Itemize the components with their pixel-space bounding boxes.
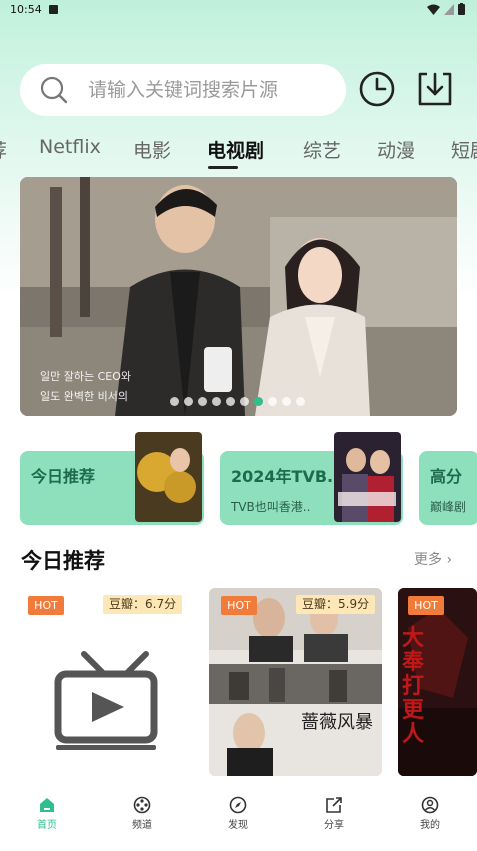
more-link[interactable]: 更多 › <box>414 549 452 569</box>
nav-discover[interactable]: 发现 <box>208 796 268 831</box>
poster-image <box>209 588 382 776</box>
tab-anime[interactable]: 动漫 <box>377 136 415 163</box>
rec-card-poster <box>334 432 401 522</box>
search-bar[interactable] <box>20 64 346 116</box>
compass-icon <box>229 796 247 814</box>
content-card[interactable]: 蔷薇风暴 HOT 豆瓣：5.9分 <box>209 588 382 776</box>
more-link-label: 更多 <box>414 552 442 568</box>
carousel-dot[interactable] <box>212 397 221 406</box>
nav-label: 我的 <box>420 820 440 831</box>
tab-movie[interactable]: 电影 <box>133 136 171 163</box>
bottom-nav: 首页 频道 发现 分享 我的 <box>0 778 477 851</box>
carousel-dot-active[interactable] <box>254 397 263 406</box>
rec-card-subtitle: TVB也叫香港.. <box>231 500 311 514</box>
tv-placeholder-icon <box>54 651 158 750</box>
nav-label: 发现 <box>228 820 248 831</box>
nav-label: 首页 <box>37 820 57 831</box>
carousel-dots <box>170 397 305 406</box>
section-title: 今日推荐 <box>21 549 105 573</box>
nav-channel[interactable]: 频道 <box>112 796 172 831</box>
carousel-dot[interactable] <box>198 397 207 406</box>
hot-badge: HOT <box>408 596 444 615</box>
notification-icon <box>49 5 58 14</box>
search-icon <box>40 76 68 104</box>
carousel-dot[interactable] <box>184 397 193 406</box>
signal-icon <box>444 3 454 15</box>
share-icon <box>326 797 342 813</box>
hot-badge: HOT <box>28 596 64 615</box>
nav-label: 分享 <box>324 820 344 831</box>
poster-title: 大奉打更人 <box>402 625 425 747</box>
nav-share[interactable]: 分享 <box>304 796 364 831</box>
wifi-icon <box>427 4 440 15</box>
download-icon[interactable] <box>416 70 454 108</box>
carousel-dot[interactable] <box>282 397 291 406</box>
carousel-dot[interactable] <box>296 397 305 406</box>
score-badge: 豆瓣：6.7分 <box>103 595 183 614</box>
poster-title: 蔷薇风暴 <box>301 712 373 733</box>
category-tabs: 荐 Netflix 电影 电视剧 综艺 动漫 短剧 <box>0 128 477 172</box>
carousel-dot[interactable] <box>268 397 277 406</box>
rec-card-title: 高分 <box>430 467 463 486</box>
tab-short-drama[interactable]: 短剧 <box>451 136 477 163</box>
tab-tv-series[interactable]: 电视剧 <box>207 136 264 163</box>
tab-recommend[interactable]: 荐 <box>0 136 7 163</box>
score-badge: 豆瓣：5.9分 <box>296 595 376 614</box>
channel-icon <box>133 796 151 814</box>
carousel-dot[interactable] <box>170 397 179 406</box>
content-card[interactable]: 大奉打更人 HOT <box>398 588 477 776</box>
rec-card-title: 今日推荐 <box>31 467 96 486</box>
nav-home[interactable]: 首页 <box>17 796 77 831</box>
status-time: 10:54 <box>10 3 42 16</box>
banner-carousel[interactable]: 일만 잘하는 CEO와 일도 완벽한 비서의 <box>20 177 457 416</box>
rec-card-title: 2024年TVB.. <box>231 467 340 486</box>
banner-caption: 일만 잘하는 CEO와 일도 완벽한 비서의 <box>40 367 131 407</box>
battery-icon <box>458 3 465 15</box>
status-icons <box>427 3 465 15</box>
content-card[interactable]: HOT 豆瓣：6.7分 <box>20 588 191 776</box>
hot-badge: HOT <box>221 596 257 615</box>
banner-caption-line2: 일도 완벽한 비서의 <box>40 390 128 403</box>
high-score-card[interactable]: 高分 巅峰剧 <box>419 451 477 525</box>
tab-netflix[interactable]: Netflix <box>39 136 101 158</box>
banner-caption-line1: 일만 잘하는 CEO와 <box>40 370 132 383</box>
status-bar: 10:54 <box>0 0 477 20</box>
nav-profile[interactable]: 我的 <box>400 796 460 831</box>
rec-card-poster <box>135 432 202 522</box>
history-icon[interactable] <box>358 70 396 108</box>
tab-variety[interactable]: 综艺 <box>303 136 341 163</box>
carousel-dot[interactable] <box>240 397 249 406</box>
search-input[interactable] <box>88 64 328 116</box>
home-icon <box>40 798 54 812</box>
active-tab-indicator <box>208 166 238 169</box>
profile-icon <box>421 796 439 814</box>
rec-card-subtitle: 巅峰剧 <box>430 500 467 514</box>
carousel-dot[interactable] <box>226 397 235 406</box>
nav-label: 频道 <box>132 820 152 831</box>
